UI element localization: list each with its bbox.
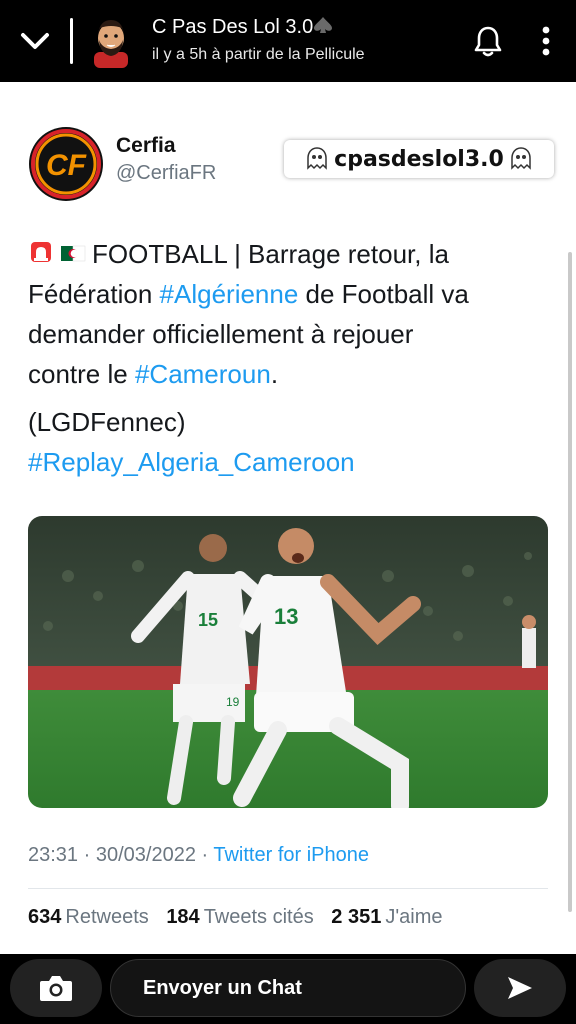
tweet-text: FOOTBALL | Barrage retour, la Fédération… xyxy=(28,234,558,482)
scrollbar xyxy=(568,252,572,912)
chevron-down-icon[interactable] xyxy=(18,26,52,56)
chat-input[interactable]: Envoyer un Chat xyxy=(110,959,466,1017)
tweet-meta: 23:31 · 30/03/2022 · Twitter for iPhone xyxy=(28,844,369,866)
tweet-date: 30/03/2022 xyxy=(95,844,196,866)
divider xyxy=(28,888,548,889)
quotes-count: 184 xyxy=(166,906,200,928)
retweets-label[interactable]: Retweets xyxy=(65,906,148,928)
tweet-stats: 634 Retweets 184 Tweets cités 2 351 J'aime xyxy=(28,906,443,929)
tweet-client-link[interactable]: Twitter for iPhone xyxy=(213,844,369,866)
bell-icon[interactable] xyxy=(472,24,504,58)
ghost-icon xyxy=(511,147,531,170)
siren-icon xyxy=(31,242,51,262)
watermark-text: cpasdeslol3.0 xyxy=(334,146,504,172)
tweet-line-4-pre: contre le xyxy=(28,359,135,389)
header-divider xyxy=(70,18,73,64)
send-button[interactable] xyxy=(474,959,566,1017)
tweet-line-1: FOOTBALL | Barrage retour, la xyxy=(92,239,449,269)
tweet-screenshot: CF Cerfia @CerfiaFR cpasdeslol3.0 FOOTBA… xyxy=(0,82,576,954)
tweet-line-3: demander officiellement à rejouer xyxy=(28,319,414,349)
tweet-line-2-pre: Fédération xyxy=(28,279,160,309)
story-header: C Pas Des Lol 3.0 il y a 5h à partir de … xyxy=(0,0,576,82)
tweet-photo[interactable]: 15 19 13 xyxy=(28,516,548,808)
camera-icon xyxy=(40,976,72,1001)
svg-text:CF: CF xyxy=(46,149,87,182)
tweet-author-handle: @CerfiaFR xyxy=(116,162,217,184)
algeria-flag-icon xyxy=(61,245,86,262)
svg-text:19: 19 xyxy=(226,695,240,709)
svg-text:13: 13 xyxy=(274,604,298,629)
watermark-sticker: cpasdeslol3.0 xyxy=(284,140,554,178)
hashtag-algerienne[interactable]: #Algérienne xyxy=(160,279,299,309)
ghost-icon xyxy=(307,147,327,170)
tweet-line-2-post: de Football va xyxy=(298,279,469,309)
camera-button[interactable] xyxy=(10,959,102,1017)
tweet-time: 23:31 xyxy=(28,844,79,866)
hashtag-cameroun[interactable]: #Cameroun xyxy=(135,359,271,389)
retweets-count: 634 xyxy=(28,906,62,928)
story-subtitle: il y a 5h à partir de la Pellicule xyxy=(152,46,365,63)
story-title: C Pas Des Lol 3.0 xyxy=(152,16,333,39)
tweet-author-name: Cerfia xyxy=(116,134,176,157)
cerfia-logo: CF xyxy=(29,127,103,201)
likes-label[interactable]: J'aime xyxy=(385,906,442,928)
more-vertical-icon[interactable] xyxy=(536,24,556,58)
chat-bar: Envoyer un Chat xyxy=(0,954,576,1024)
hashtag-replay[interactable]: #Replay_Algeria_Cameroon xyxy=(28,447,355,477)
send-arrow-icon xyxy=(508,977,532,999)
spade-icon xyxy=(314,17,333,33)
tweet-line-4-post: . xyxy=(270,359,279,389)
svg-text:15: 15 xyxy=(198,610,218,630)
likes-count: 2 351 xyxy=(331,906,382,928)
tweet-source-credit: (LGDFennec) xyxy=(28,407,186,437)
bitmoji-avatar[interactable] xyxy=(88,14,134,68)
quotes-label[interactable]: Tweets cités xyxy=(204,906,314,928)
